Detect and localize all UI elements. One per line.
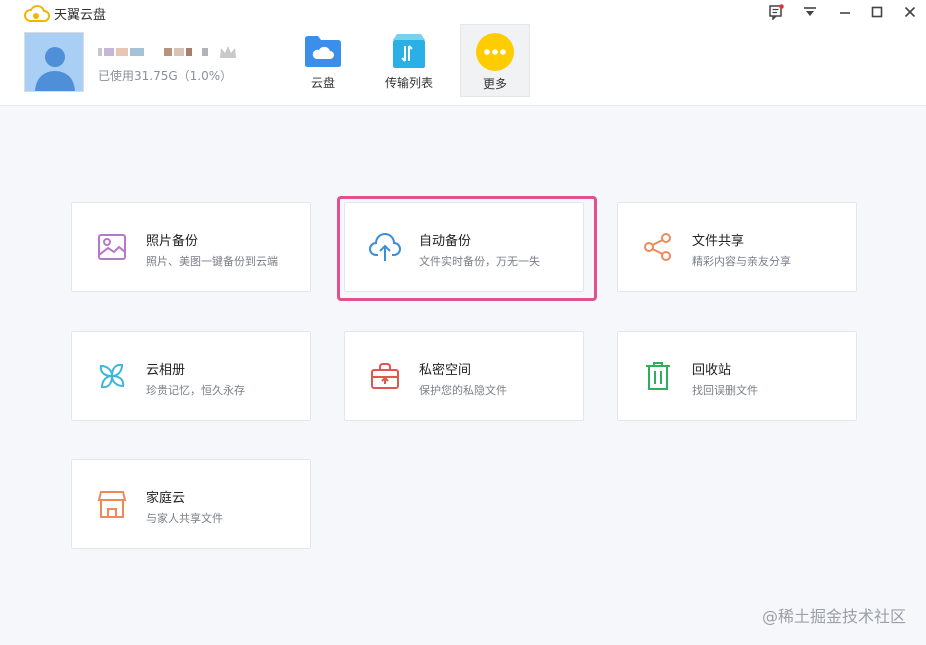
card-family-cloud[interactable]: 家庭云 与家人共享文件: [71, 459, 311, 549]
more-icon: [476, 33, 514, 71]
message-icon: [769, 4, 784, 20]
photo-icon: [98, 234, 126, 260]
app-logo: 天翼云盘: [24, 4, 106, 23]
card-title: 云相册: [146, 363, 186, 378]
card-desc: 珍贵记忆，恒久永存: [146, 384, 245, 397]
close-button[interactable]: [898, 2, 922, 22]
card-cloud-album[interactable]: 云相册 珍贵记忆，恒久永存: [71, 331, 311, 421]
card-desc: 精彩内容与亲友分享: [692, 255, 791, 268]
top-bar: 天翼云盘 已使用31.75G（1.0%） 云盘 传输列表 更多: [0, 0, 926, 106]
watermark: @稀土掘金技术社区: [761, 607, 906, 626]
maximize-button[interactable]: [865, 2, 889, 22]
card-title: 照片备份: [146, 234, 199, 249]
app-title: 天翼云盘: [54, 8, 107, 23]
minimize-button[interactable]: [833, 2, 857, 22]
lock-box-icon: [371, 363, 399, 389]
minimize-icon: [840, 12, 850, 14]
pinwheel-icon: [99, 363, 125, 389]
user-avatar-icon: [35, 47, 75, 91]
card-private-space[interactable]: 私密空间 保护您的私隐文件: [344, 331, 584, 421]
house-icon: [97, 491, 127, 518]
card-file-share[interactable]: 文件共享 精彩内容与亲友分享: [617, 202, 857, 292]
nav-cloud-disk-label: 云盘: [310, 76, 335, 90]
username-redacted: [98, 44, 238, 60]
card-desc: 保护您的私隐文件: [419, 384, 507, 397]
nav-transfer-list[interactable]: 传输列表: [374, 24, 444, 97]
highlight-frame: [337, 196, 597, 301]
card-desc: 找回误删文件: [692, 384, 758, 397]
storage-usage: 已使用31.75G（1.0%）: [98, 69, 233, 83]
avatar[interactable]: [24, 32, 84, 92]
card-recycle-bin[interactable]: 回收站 找回误删文件: [617, 331, 857, 421]
menu-dropdown-button[interactable]: [798, 2, 822, 22]
nav-more[interactable]: 更多: [460, 24, 530, 97]
card-photo-backup[interactable]: 照片备份 照片、美图一键备份到云端: [71, 202, 311, 292]
cloud-logo-icon: [24, 4, 50, 22]
nav-more-label: 更多: [482, 77, 507, 91]
card-title: 私密空间: [419, 363, 472, 378]
card-desc: 照片、美图一键备份到云端: [146, 255, 278, 268]
close-icon: [904, 6, 916, 18]
dropdown-menu-icon: [804, 7, 816, 16]
share-icon: [644, 233, 671, 261]
card-desc: 与家人共享文件: [146, 512, 223, 525]
message-button[interactable]: [764, 2, 788, 22]
card-title: 回收站: [692, 363, 732, 378]
cloud-folder-icon: [305, 36, 341, 67]
maximize-icon: [871, 6, 883, 18]
card-title: 家庭云: [146, 491, 186, 506]
crown-icon: [220, 46, 236, 58]
card-title: 文件共享: [692, 234, 745, 249]
nav-transfer-list-label: 传输列表: [384, 76, 433, 90]
transfer-icon: [393, 34, 425, 68]
trash-icon: [646, 362, 670, 390]
nav-cloud-disk[interactable]: 云盘: [288, 24, 358, 97]
